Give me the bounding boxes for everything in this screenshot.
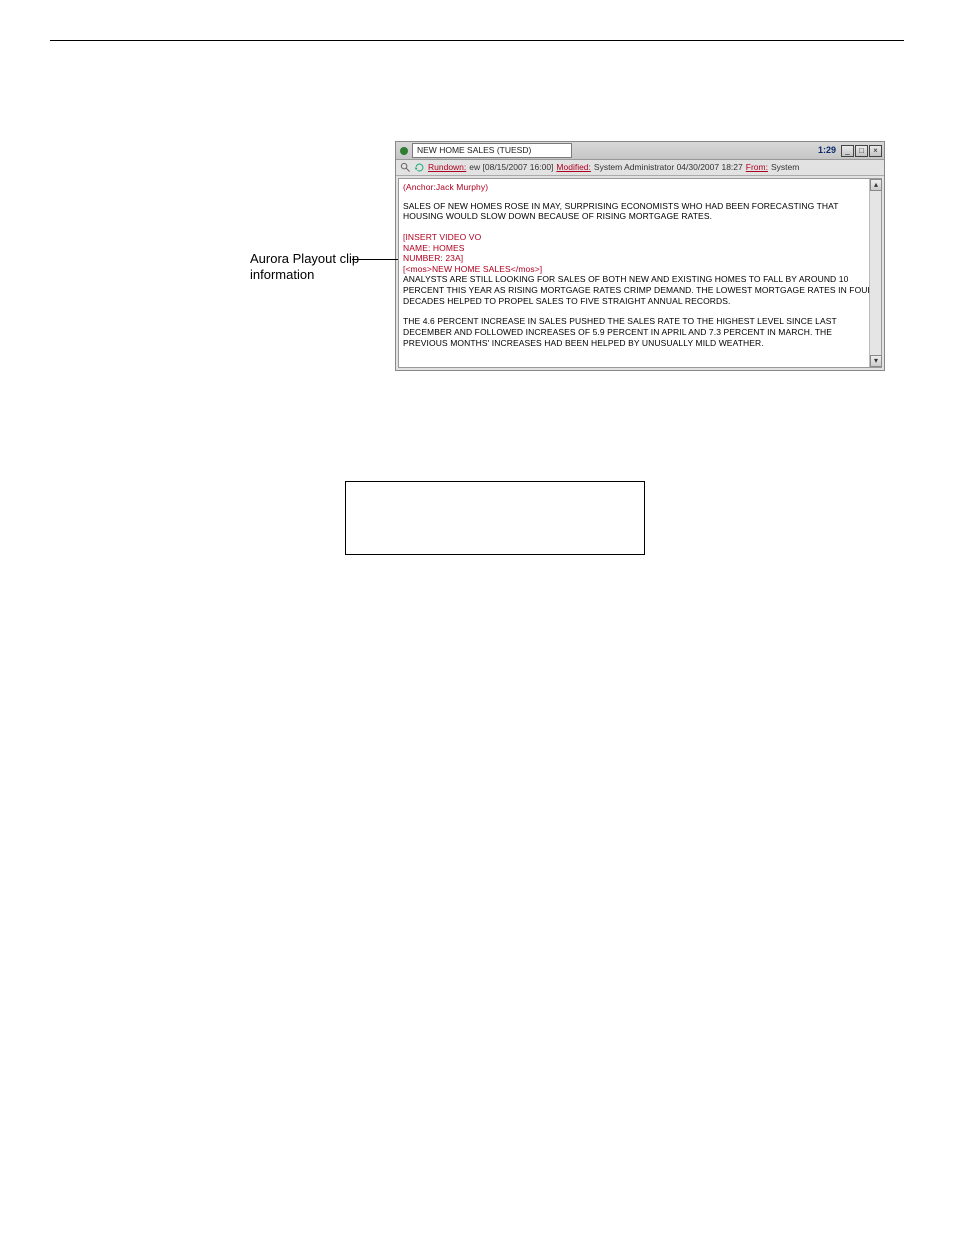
meta-rundown-key[interactable]: Rundown: [428,162,466,173]
script-text-area[interactable]: (Anchor:Jack Murphy) SALES OF NEW HOMES … [398,178,882,368]
story-metadata-bar: Rundown: ew [08/15/2007 16:00] Modified:… [396,160,884,176]
empty-note-box [345,481,645,555]
script-paragraph: THE 4.6 PERCENT INCREASE IN SALES PUSHED… [403,316,877,348]
mos-object-tag: [<mos>NEW HOME SALES</mos>] [403,264,877,275]
meta-from-key[interactable]: From: [746,162,768,173]
meta-rundown-val: ew [08/15/2007 16:00] [469,162,553,173]
meta-modified-key[interactable]: Modified: [556,162,591,173]
close-button[interactable]: × [869,145,882,157]
anchor-tag: (Anchor:Jack Murphy) [403,182,877,193]
production-cue: NAME: HOMES [403,243,877,254]
status-dot-icon [400,147,408,155]
meta-modified-val: System Administrator 04/30/2007 18:27 [594,162,743,173]
meta-from-val: System [771,162,799,173]
production-cue: [INSERT VIDEO VO [403,232,877,243]
figure-callout: Aurora Playout clip information [250,141,395,284]
scroll-down-button[interactable]: ▾ [870,355,882,367]
script-editor-window: NEW HOME SALES (TUESD) 1:29 _ □ × Rundow… [395,141,885,371]
maximize-button[interactable]: □ [855,145,868,157]
minimize-button[interactable]: _ [841,145,854,157]
script-paragraph: ANALYSTS ARE STILL LOOKING FOR SALES OF … [403,274,877,306]
window-titlebar[interactable]: NEW HOME SALES (TUESD) 1:29 _ □ × [396,142,884,160]
refresh-icon[interactable] [414,162,425,173]
scroll-up-button[interactable]: ▴ [870,179,882,191]
story-title-field[interactable]: NEW HOME SALES (TUESD) [412,143,572,158]
search-icon[interactable] [400,162,411,173]
page-rule [50,40,904,41]
production-cue: NUMBER: 23A] [403,253,877,264]
callout-label: Aurora Playout clip information [250,251,395,284]
script-paragraph: SALES OF NEW HOMES ROSE IN MAY, SURPRISI… [403,201,877,222]
vertical-scrollbar[interactable]: ▴ ▾ [869,179,881,367]
story-duration: 1:29 [818,145,836,156]
